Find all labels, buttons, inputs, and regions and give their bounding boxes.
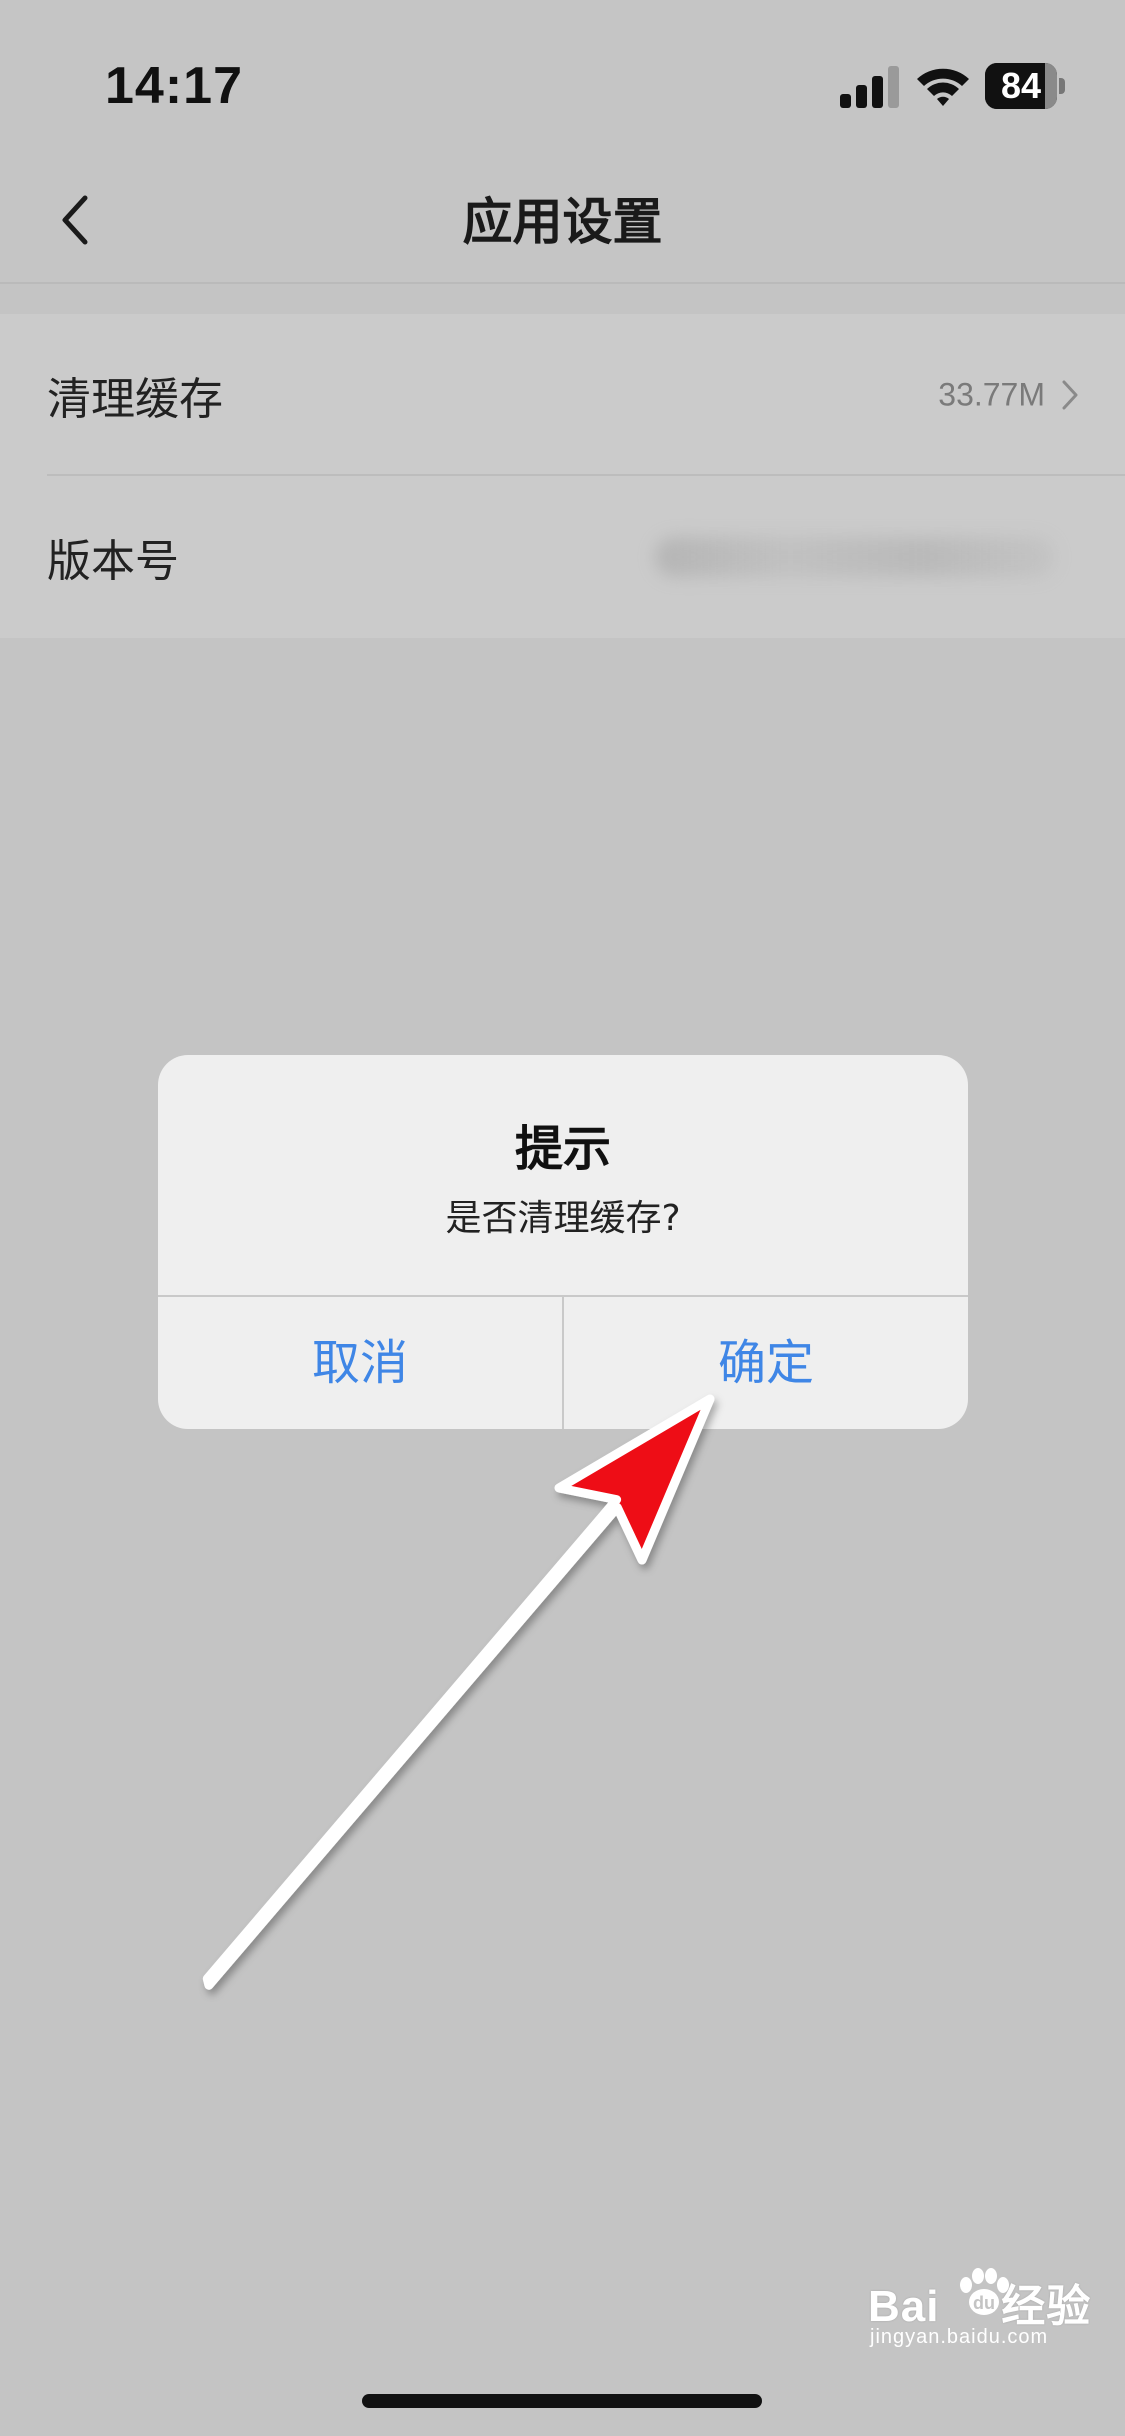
version-value-blurred [655, 537, 1055, 577]
battery-level: 84 [1000, 65, 1042, 106]
signal-icon [840, 66, 899, 108]
chevron-right-icon [1062, 380, 1078, 410]
baidu-watermark: Baidu经验 du jingyan.baidu.com [860, 2268, 1100, 2358]
page-title: 应用设置 [462, 193, 663, 251]
alert-dialog: 提示 是否清理缓存? 取消 确定 [158, 1055, 968, 1429]
screen: 14:17 84 应用设置 清理缓存 33.77M 版本号 提示 是否清理缓存?… [0, 0, 1125, 2436]
wifi-icon [917, 68, 969, 106]
dialog-title: 提示 [514, 1121, 611, 1177]
settings-row-clear-cache[interactable]: 清理缓存 33.77M [0, 314, 1125, 476]
status-time: 14:17 [105, 57, 243, 115]
clear-cache-label: 清理缓存 [47, 374, 223, 425]
dialog-message: 是否清理缓存? [445, 1198, 681, 1239]
battery-icon: 84 [985, 63, 1065, 109]
paw-icon: du [960, 2268, 1009, 2315]
cache-size-value: 33.77M [938, 376, 1045, 413]
status-bar: 14:17 84 [0, 0, 1125, 160]
confirm-button[interactable]: 确定 [564, 1297, 968, 1429]
cancel-button[interactable]: 取消 [158, 1297, 562, 1429]
svg-text:du: du [973, 2293, 995, 2313]
version-value [655, 537, 1055, 577]
watermark-url: jingyan.baidu.com [870, 2326, 1049, 2348]
nav-bar: 应用设置 [0, 160, 1125, 284]
version-label: 版本号 [47, 536, 179, 587]
settings-row-version: 版本号 [0, 476, 1125, 638]
settings-list: 清理缓存 33.77M 版本号 [0, 314, 1125, 638]
battery-cap [1059, 78, 1065, 94]
battery-body: 84 [985, 63, 1057, 109]
home-indicator[interactable] [362, 2394, 762, 2408]
